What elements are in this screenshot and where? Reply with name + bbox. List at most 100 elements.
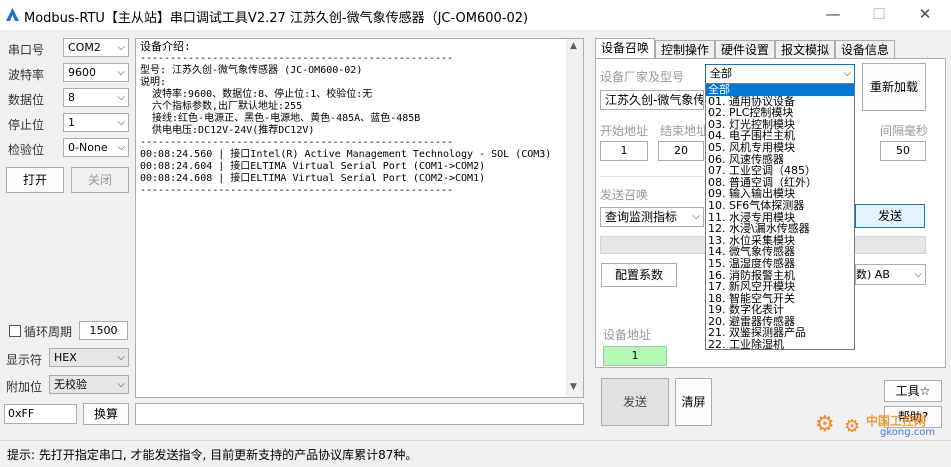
data-bits-select[interactable]: 8 ⌵ bbox=[63, 88, 129, 107]
chevron-down-icon: ⌵ bbox=[117, 42, 125, 53]
tools-button[interactable]: 工具☆ bbox=[884, 380, 942, 402]
watermark-url: gkong.com bbox=[880, 427, 936, 438]
port-select[interactable]: COM2 ⌵ bbox=[63, 38, 129, 57]
send-text-input[interactable] bbox=[135, 403, 584, 425]
window-title: Modbus-RTU【主从站】串口调试工具V2.27 江苏久创-微气象传感器（J… bbox=[24, 11, 529, 26]
close-button[interactable]: ✕ bbox=[902, 0, 948, 30]
open-port-button[interactable]: 打开 bbox=[6, 167, 64, 193]
config-coefficient-button[interactable]: 配置系数 bbox=[601, 263, 677, 287]
tab-device-info[interactable]: 设备信息 bbox=[835, 40, 895, 59]
baud-value: 9600 bbox=[68, 66, 96, 79]
gear-icon: ⚙ bbox=[815, 412, 835, 437]
data-bits-label: 数据位 bbox=[8, 93, 45, 107]
query-value: 查询监测指标 bbox=[605, 210, 678, 224]
gear-icon: ⚙ bbox=[844, 416, 861, 437]
byte-order-select[interactable]: 数) AB ⌵ bbox=[855, 264, 926, 285]
dropdown-option[interactable]: 07. 工业空调（485） bbox=[706, 165, 854, 177]
divider-top: ----------------------------------------… bbox=[140, 53, 454, 64]
chevron-down-icon: ⌵ bbox=[843, 68, 851, 79]
model-value: 江苏久创-微气象传 bbox=[605, 93, 704, 107]
dropdown-option[interactable]: 10. SF6气体探测器 bbox=[706, 200, 854, 212]
category-dropdown-list[interactable]: 全部 01. 通用协议设备 02. PLC控制模块 03. 灯光控制模块 04.… bbox=[705, 83, 855, 350]
loop-label: 循环周期 bbox=[24, 325, 73, 339]
divider bbox=[600, 176, 704, 177]
dropdown-option[interactable]: 17. 新风空开模块 bbox=[706, 281, 854, 293]
parity-label: 检验位 bbox=[8, 143, 45, 157]
tab-hardware[interactable]: 硬件设置 bbox=[715, 40, 775, 59]
baud-label: 波特率 bbox=[8, 68, 45, 82]
divider-middle: ----------------------------------------… bbox=[140, 137, 454, 148]
device-address-label: 设备地址 bbox=[603, 328, 652, 342]
append-label: 附加位 bbox=[6, 380, 43, 394]
query-select[interactable]: 查询监测指标 ⌵ bbox=[600, 207, 704, 227]
chevron-down-icon: ⌵ bbox=[117, 117, 125, 128]
dropdown-option[interactable]: 15. 温湿度传感器 bbox=[706, 258, 854, 270]
device-info-textarea[interactable]: 设备介绍: ----------------------------------… bbox=[135, 38, 584, 398]
display-value: HEX bbox=[54, 351, 77, 364]
vertical-scrollbar[interactable]: ▲ ▼ bbox=[566, 39, 583, 397]
tab-control[interactable]: 控制操作 bbox=[655, 40, 715, 59]
display-select[interactable]: HEX ⌵ bbox=[49, 348, 129, 367]
device-line-desc: 说明: bbox=[140, 77, 167, 88]
status-text: 提示: 先打开指定串口, 才能发送指令, 目前更新支持的产品协议库累计87种。 bbox=[7, 448, 418, 462]
minimize-button[interactable]: — bbox=[810, 0, 856, 30]
dropdown-option[interactable]: 全部 bbox=[706, 84, 854, 96]
start-address-input[interactable]: 1 bbox=[600, 141, 648, 161]
append-select[interactable]: 无校验 ⌵ bbox=[49, 375, 129, 394]
tab-device-call[interactable]: 设备召唤 bbox=[595, 38, 655, 59]
chevron-down-icon: ⌵ bbox=[692, 211, 700, 222]
divider-bottom: ----------------------------------------… bbox=[140, 185, 454, 196]
scroll-down-icon[interactable]: ▼ bbox=[570, 382, 577, 392]
send-call-label: 发送召唤 bbox=[600, 188, 649, 202]
chevron-down-icon: ⌵ bbox=[117, 142, 125, 153]
stop-bits-select[interactable]: 1 ⌵ bbox=[63, 113, 129, 132]
interval-label: 间隔毫秒 bbox=[880, 124, 929, 138]
append-value: 无校验 bbox=[54, 378, 87, 391]
send-button[interactable]: 发送 bbox=[601, 378, 669, 426]
convert-button[interactable]: 换算 bbox=[83, 403, 129, 425]
dropdown-option[interactable]: 12. 水浸\漏水传感器 bbox=[706, 223, 854, 235]
start-address-label: 开始地址 bbox=[600, 124, 649, 138]
clear-screen-button[interactable]: 清屏 bbox=[675, 378, 712, 426]
interval-input[interactable]: 50 bbox=[880, 141, 926, 161]
data-bits-value: 8 bbox=[68, 91, 75, 104]
dropdown-option[interactable]: 22. 工业除湿机 bbox=[706, 339, 854, 349]
parity-select[interactable]: 0-None ⌵ bbox=[63, 138, 129, 157]
parity-value: 0-None bbox=[68, 141, 108, 154]
status-bar: 提示: 先打开指定串口, 才能发送指令, 目前更新支持的产品协议库累计87种。 bbox=[0, 440, 951, 467]
device-line-power: 供电电压:DC12V-24V(推荐DC12V) bbox=[140, 125, 315, 136]
model-select[interactable]: 江苏久创-微气象传 bbox=[600, 90, 704, 110]
device-address-input[interactable]: 1 bbox=[603, 346, 667, 366]
vendor-label: 设备厂家及型号 bbox=[600, 70, 685, 84]
byte-order-value: 数) AB bbox=[856, 268, 890, 281]
close-port-button[interactable]: 关闭 bbox=[71, 167, 129, 193]
tab-message-sim[interactable]: 报文模拟 bbox=[775, 40, 835, 59]
maximize-button[interactable]: ☐ bbox=[856, 0, 902, 30]
log-line-2: 00:08:24.604 | 接口ELTIMA Virtual Serial P… bbox=[140, 161, 486, 172]
device-line-baud: 波特率:9600、数据位:8、停止位:1、校验位:无 bbox=[140, 89, 373, 100]
stop-bits-label: 停止位 bbox=[8, 118, 45, 132]
chevron-down-icon: ⌵ bbox=[117, 67, 125, 78]
title-bar: Modbus-RTU【主从站】串口调试工具V2.27 江苏久创-微气象传感器（J… bbox=[0, 0, 951, 30]
chevron-down-icon: ⌵ bbox=[117, 352, 125, 363]
convert-input[interactable]: 0xFF bbox=[4, 404, 77, 424]
dropdown-option[interactable]: 05. 风机专用模块 bbox=[706, 142, 854, 154]
end-address-input[interactable]: 20 bbox=[658, 141, 704, 161]
reload-button[interactable]: 重新加载 bbox=[862, 63, 926, 111]
chevron-down-icon: ⌵ bbox=[117, 379, 125, 390]
scroll-up-icon[interactable]: ▲ bbox=[570, 41, 577, 51]
device-line-params: 六个指标参数,出厂默认地址:255 bbox=[140, 101, 303, 112]
display-label: 显示符 bbox=[6, 353, 43, 367]
category-select[interactable]: 全部 ⌵ bbox=[705, 64, 855, 84]
loop-period-input[interactable]: 1500 bbox=[79, 321, 128, 340]
app-logo-icon bbox=[5, 7, 20, 22]
chevron-down-icon: ⌵ bbox=[117, 92, 125, 103]
send-call-button[interactable]: 发送 bbox=[855, 204, 925, 228]
port-value: COM2 bbox=[68, 41, 101, 54]
baud-select[interactable]: 9600 ⌵ bbox=[63, 63, 129, 82]
log-line-3: 00:08:24.608 | 接口ELTIMA Virtual Serial P… bbox=[140, 173, 486, 184]
log-line-1: 00:08:24.560 | 接口Intel(R) Active Managem… bbox=[140, 149, 552, 160]
loop-checkbox[interactable] bbox=[9, 325, 21, 337]
stop-bits-value: 1 bbox=[68, 116, 75, 129]
port-label: 串口号 bbox=[8, 43, 45, 57]
